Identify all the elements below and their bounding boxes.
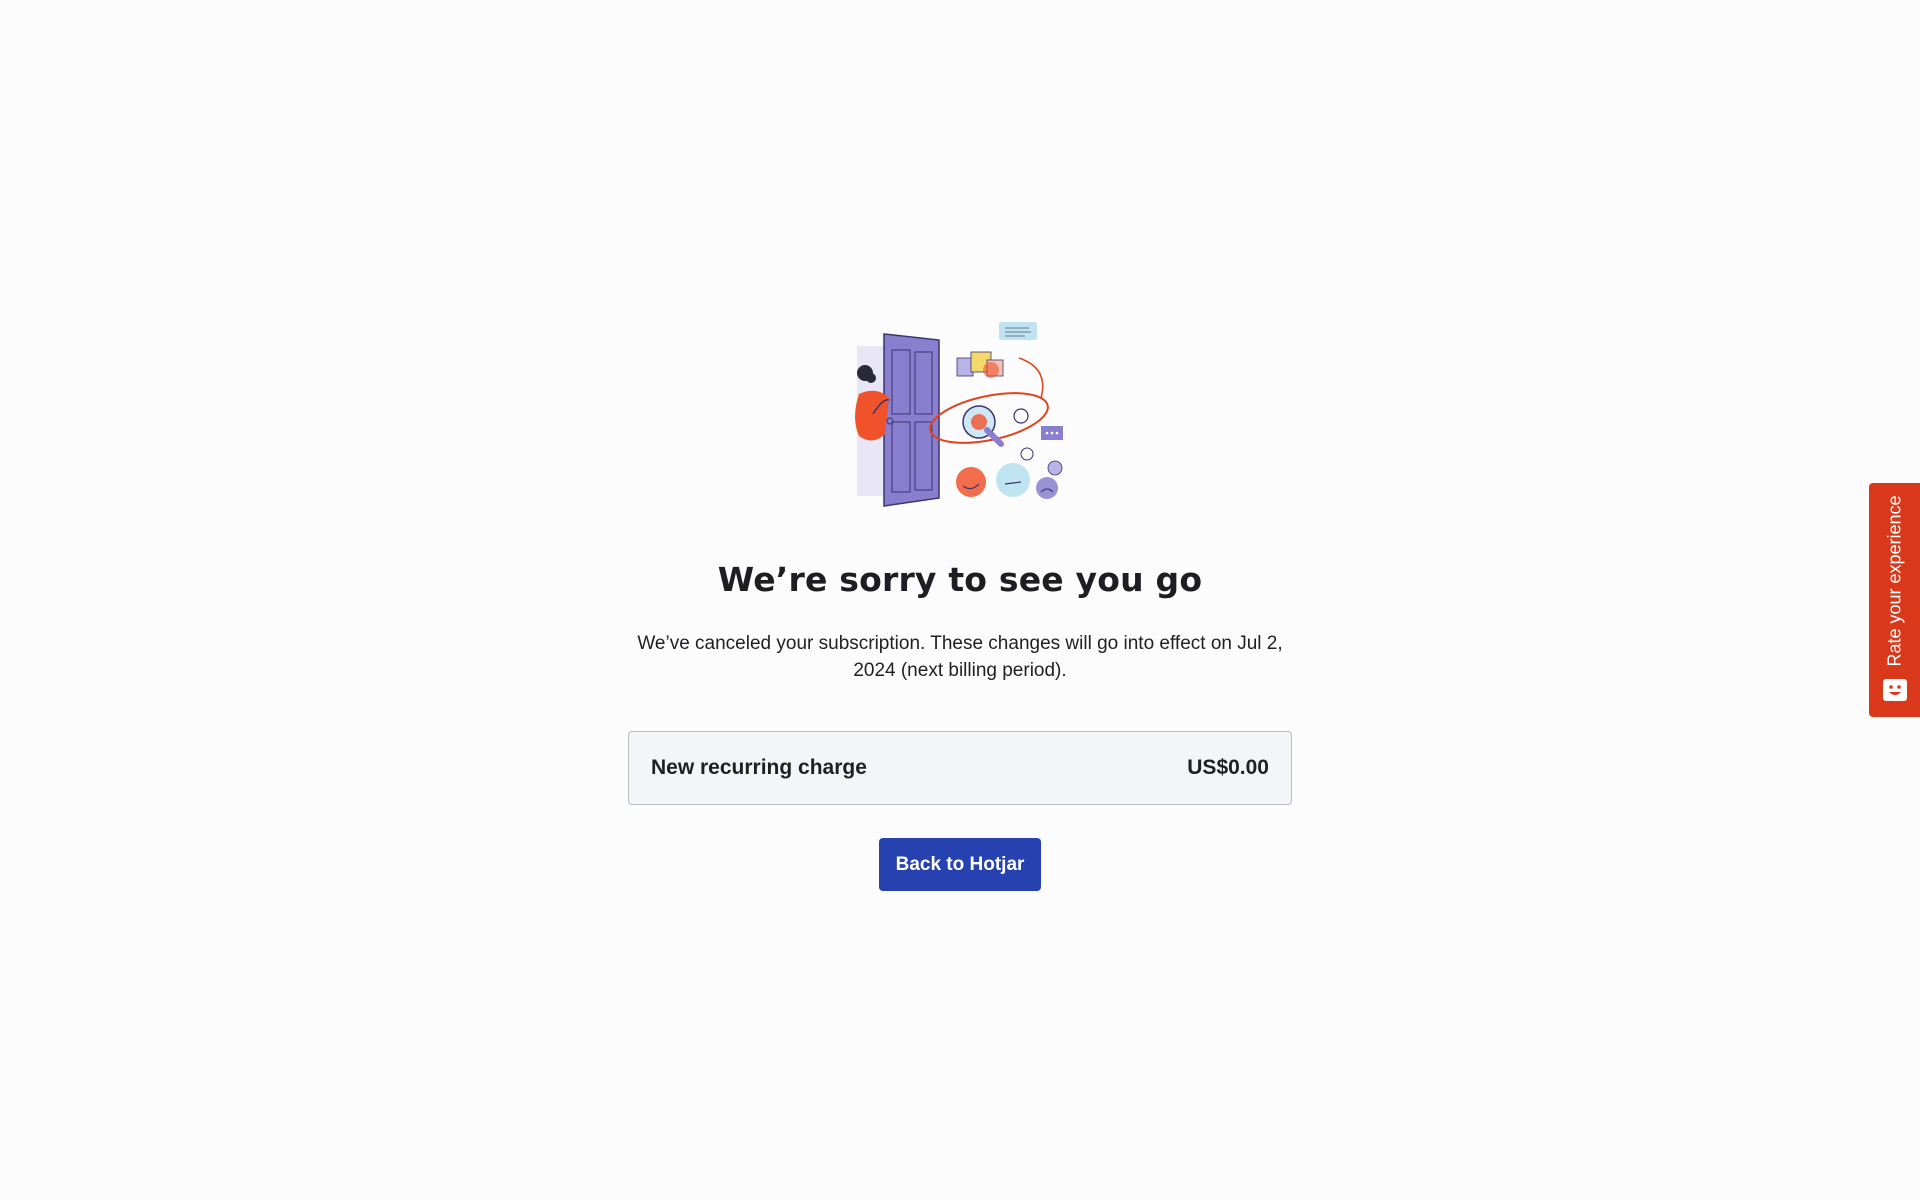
recurring-charge-value: US$0.00 [1187, 756, 1269, 779]
recurring-charge-summary: New recurring charge US$0.00 [628, 731, 1292, 805]
cancellation-confirmation: We’re sorry to see you go We’ve canceled… [627, 318, 1293, 891]
rate-experience-tab[interactable]: Rate your experience [1869, 483, 1920, 717]
hotjar-face-icon [1883, 679, 1907, 701]
page-title: We’re sorry to see you go [717, 560, 1203, 599]
back-to-hotjar-button[interactable]: Back to Hotjar [879, 838, 1041, 891]
cancellation-message: We’ve canceled your subscription. These … [637, 633, 1283, 681]
goodbye-door-illustration [855, 322, 1063, 507]
recurring-charge-label: New recurring charge [651, 756, 867, 779]
rate-experience-label: Rate your experience [1884, 495, 1904, 667]
page: We’re sorry to see you go We’ve canceled… [0, 0, 1920, 1200]
